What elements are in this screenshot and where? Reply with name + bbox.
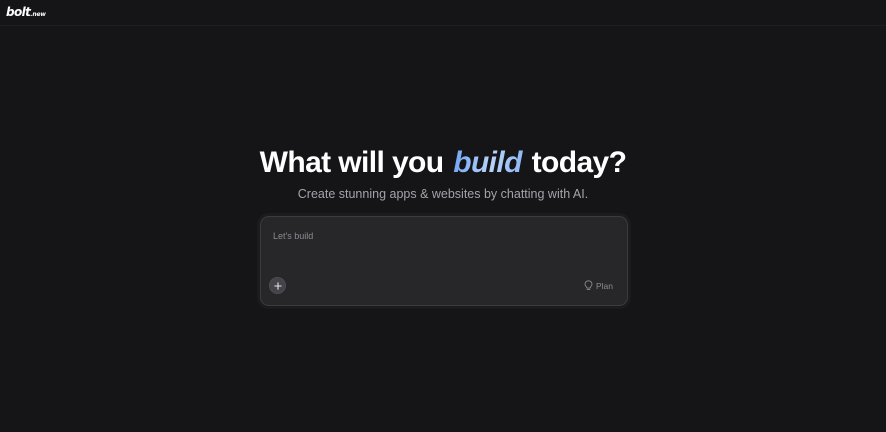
top-bar: bolt .new (0, 0, 886, 26)
prompt-box: Plan (260, 216, 628, 306)
plan-label: Plan (595, 280, 613, 291)
hero-section: What will you build today? Create stunni… (0, 144, 886, 202)
headline-after: today? (523, 146, 627, 179)
logo-wordmark: bolt (6, 5, 31, 19)
prompt-input[interactable] (273, 229, 613, 269)
headline-accent: build (453, 146, 522, 179)
logo-tld: .new (30, 11, 46, 18)
lightbulb-icon (584, 280, 593, 290)
plus-icon (273, 281, 282, 290)
page-title: What will you build today? (0, 144, 886, 182)
headline-before: What will you (259, 146, 452, 179)
bolt-logo[interactable]: bolt .new (6, 5, 46, 21)
page-subtitle: Create stunning apps & websites by chatt… (297, 187, 589, 201)
app-root: bolt .new What will you build today? Cre… (0, 0, 886, 432)
plan-button[interactable]: Plan (584, 279, 613, 292)
add-attachment-button[interactable] (269, 277, 286, 294)
